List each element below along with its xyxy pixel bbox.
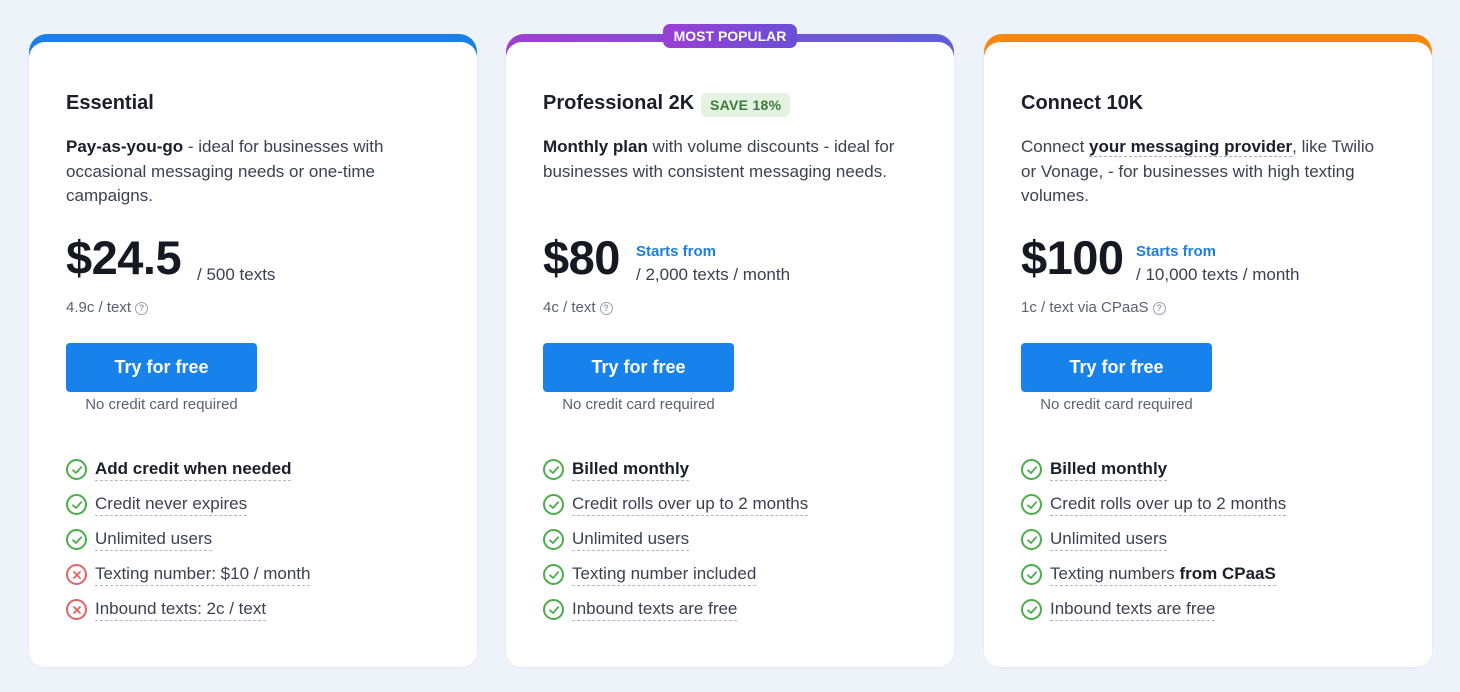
feature-text[interactable]: Billed monthly [572, 459, 690, 481]
no-credit-card-note: No credit card required [1040, 396, 1193, 413]
no-credit-card-note: No credit card required [562, 396, 715, 413]
most-popular-badge: MOST POPULAR [663, 24, 797, 48]
feature-item: Credit rolls over up to 2 months [1021, 487, 1287, 522]
feature-text-part: Texting numbers [1050, 563, 1180, 583]
desc-text: Connect [1021, 137, 1090, 156]
feature-text[interactable]: Unlimited users [572, 529, 690, 551]
plan-name: Essential [66, 92, 154, 114]
feature-text[interactable]: Inbound texts: 2c / text [95, 599, 267, 621]
feature-item: Texting number: $10 / month [66, 557, 311, 592]
feature-item: Billed monthly [543, 452, 808, 487]
unit-price: 4c / text? [543, 299, 613, 316]
feature-item: Billed monthly [1021, 452, 1286, 487]
feature-item: Add credit when needed [66, 452, 310, 487]
feature-item: Inbound texts are free [543, 592, 808, 627]
feature-text[interactable]: Billed monthly [1050, 459, 1168, 481]
check-circle-icon [543, 494, 564, 515]
x-circle-icon [66, 599, 87, 620]
unit-price-text: 4.9c / text [66, 299, 132, 316]
card-body: Professional 2K SAVE 18% Monthly plan wi… [506, 42, 954, 667]
help-icon[interactable]: ? [1152, 302, 1166, 315]
check-circle-icon [66, 494, 87, 515]
feature-text[interactable]: Credit rolls over up to 2 months [1050, 494, 1287, 516]
price-period: / 10,000 texts / month [1136, 265, 1300, 284]
feature-item: Texting numbers from CPaaS [1021, 557, 1286, 592]
price: $24.5 [66, 231, 182, 284]
check-circle-icon [1021, 494, 1042, 515]
plan-description: Pay-as-you-go - ideal for businesses wit… [66, 135, 436, 209]
plan-description: Connect your messaging provider, like Tw… [1021, 135, 1391, 209]
feature-item: Unlimited users [66, 522, 310, 557]
starts-from-label: Starts from [636, 243, 717, 260]
card-body: Essential Pay-as-you-go - ideal for busi… [29, 42, 477, 667]
check-circle-icon [543, 459, 564, 480]
check-circle-icon [543, 529, 564, 550]
check-circle-icon [543, 564, 564, 585]
feature-item: Credit never expires [66, 487, 310, 522]
feature-item: Inbound texts are free [1021, 592, 1286, 627]
feature-text-bold: from CPaaS [1179, 563, 1276, 583]
plan-card-professional: MOST POPULAR Professional 2K SAVE 18% Mo… [506, 24, 954, 667]
desc-bold: Monthly plan [543, 137, 648, 156]
feature-text[interactable]: Texting number included [572, 564, 757, 586]
feature-item: Unlimited users [1021, 522, 1286, 557]
feature-text[interactable]: Add credit when needed [95, 459, 292, 481]
help-icon[interactable]: ? [135, 302, 149, 315]
desc-bold: Pay-as-you-go [66, 137, 184, 156]
price-period: / 500 texts [197, 265, 276, 284]
plan-name: Professional 2K [543, 92, 695, 114]
feature-text[interactable]: Credit rolls over up to 2 months [572, 494, 809, 516]
unit-price-text: 4c / text [543, 299, 596, 316]
plan-name: Connect 10K [1021, 92, 1144, 114]
plan-description: Monthly plan with volume discounts - ide… [543, 135, 913, 184]
feature-text[interactable]: Inbound texts are free [1050, 599, 1216, 621]
check-circle-icon [1021, 599, 1042, 620]
starts-from-label: Starts from [1136, 243, 1217, 260]
feature-list: Billed monthly Credit rolls over up to 2… [543, 452, 809, 627]
messaging-provider-link[interactable]: your messaging provider [1089, 137, 1293, 157]
try-for-free-button[interactable]: Try for free [1021, 343, 1212, 392]
help-icon[interactable]: ? [599, 302, 613, 315]
feature-text[interactable]: Texting number: $10 / month [95, 564, 311, 586]
try-for-free-button[interactable]: Try for free [543, 343, 734, 392]
plan-card-essential: Essential Pay-as-you-go - ideal for busi… [29, 34, 477, 667]
price: $80 [543, 231, 620, 284]
check-circle-icon [1021, 529, 1042, 550]
feature-item: Texting number included [543, 557, 808, 592]
feature-list: Billed monthly Credit rolls over up to 2… [1021, 452, 1287, 627]
unit-price-text: 1c / text via CPaaS [1021, 299, 1149, 316]
unit-price: 4.9c / text? [66, 299, 149, 316]
feature-item: Credit rolls over up to 2 months [543, 487, 809, 522]
no-credit-card-note: No credit card required [85, 396, 238, 413]
plan-card-connect: Connect 10K Connect your messaging provi… [984, 34, 1432, 667]
check-circle-icon [66, 529, 87, 550]
x-circle-icon [66, 564, 87, 585]
feature-text[interactable]: Inbound texts are free [572, 599, 738, 621]
feature-text[interactable]: Unlimited users [1050, 529, 1168, 551]
check-circle-icon [543, 599, 564, 620]
check-circle-icon [1021, 459, 1042, 480]
price-period: / 2,000 texts / month [636, 265, 791, 284]
save-badge: SAVE 18% [701, 93, 791, 117]
feature-text[interactable]: Credit never expires [95, 494, 248, 516]
feature-text[interactable]: Texting numbers from CPaaS [1050, 564, 1276, 586]
feature-item: Unlimited users [543, 522, 808, 557]
feature-text[interactable]: Unlimited users [95, 529, 213, 551]
unit-price: 1c / text via CPaaS? [1021, 299, 1166, 316]
try-for-free-button[interactable]: Try for free [66, 343, 257, 392]
check-circle-icon [1021, 564, 1042, 585]
card-body: Connect 10K Connect your messaging provi… [984, 42, 1432, 667]
feature-list: Add credit when needed Credit never expi… [66, 452, 311, 627]
check-circle-icon [66, 459, 87, 480]
price: $100 [1021, 231, 1124, 284]
feature-item: Inbound texts: 2c / text [66, 592, 310, 627]
